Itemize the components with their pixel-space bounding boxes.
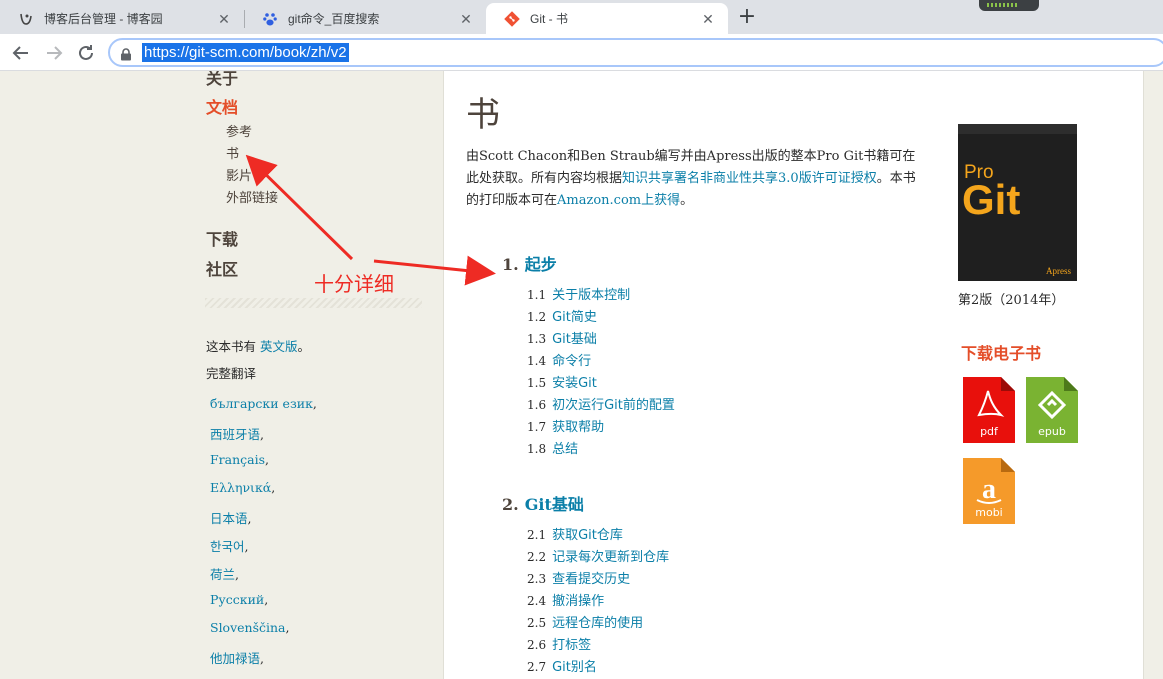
main-content: 书 由Scott Chacon和Ben Straub编写并由Apress出版的整… <box>443 71 1144 679</box>
close-icon[interactable]: ✕ <box>700 11 716 27</box>
section-link[interactable]: 1.1 关于版本控制 <box>527 284 630 306</box>
tab-strip: 博客后台管理 - 博客园 ✕ git命令_百度搜索 ✕ Git - 书 ✕ + <box>0 0 1163 34</box>
page-title: 书 <box>466 95 500 135</box>
full-translations-label: 完整翻译 <box>206 366 257 381</box>
url-text[interactable]: https://git-scm.com/book/zh/v2 <box>142 43 349 62</box>
page: 关于 文档 参考 书 影片 外部链接 下载 社区 这本书有 英文版。 完整翻译 … <box>0 71 1163 679</box>
cover-top-bar <box>958 124 1077 134</box>
git-logo-icon <box>504 10 520 27</box>
chapter-heading[interactable]: 1. 起步 <box>502 251 557 275</box>
svg-text:mobi: mobi <box>975 506 1002 519</box>
pdf-download-icon[interactable]: pdf <box>963 377 1015 443</box>
sidebar-divider <box>205 298 422 308</box>
section-link[interactable]: 2.1 获取Git仓库 <box>527 524 623 546</box>
section-link[interactable]: 2.2 记录每次更新到仓库 <box>527 546 669 568</box>
forward-icon[interactable] <box>42 41 66 65</box>
nav-about[interactable]: 关于 <box>206 71 238 89</box>
license-link[interactable]: 知识共享署名非商业性共享3.0版许可证授权 <box>622 171 877 186</box>
english-version-link[interactable]: 英文版 <box>260 339 298 354</box>
nav-sub-book[interactable]: 书 <box>226 143 239 162</box>
back-icon[interactable] <box>9 41 33 65</box>
svg-text:pdf: pdf <box>980 425 999 438</box>
nav-sub-external-links[interactable]: 外部链接 <box>226 187 278 206</box>
baidu-paw-icon <box>262 11 278 27</box>
extension-badge <box>979 0 1039 11</box>
cover-publisher: Apress <box>1046 266 1071 276</box>
edition-label: 第2版（2014年） <box>958 293 1065 308</box>
language-link[interactable]: 한국어, <box>210 536 249 555</box>
browser-toolbar: https://git-scm.com/book/zh/v2 <box>0 34 1163 71</box>
section-link[interactable]: 2.3 查看提交历史 <box>527 568 630 590</box>
tab-title: 博客后台管理 - 博客园 <box>44 12 163 26</box>
section-link[interactable]: 1.3 Git基础 <box>527 328 597 350</box>
close-icon[interactable]: ✕ <box>216 11 232 27</box>
cover-git-text: Git <box>962 176 1021 223</box>
section-link[interactable]: 2.6 打标签 <box>527 634 591 656</box>
tab-title: Git - 书 <box>530 12 568 26</box>
download-ebook-title: 下载电子书 <box>961 344 1042 363</box>
nav-documentation[interactable]: 文档 <box>206 94 238 118</box>
sidebar: 关于 文档 参考 书 影片 外部链接 下载 社区 这本书有 英文版。 完整翻译 … <box>0 71 443 679</box>
cnblogs-icon <box>18 11 34 27</box>
language-link[interactable]: Ελληνικά, <box>210 480 275 495</box>
tab-git-book[interactable]: Git - 书 ✕ <box>486 3 728 34</box>
section-link[interactable]: 1.7 获取帮助 <box>527 416 604 438</box>
section-link[interactable]: 1.6 初次运行Git前的配置 <box>527 394 675 416</box>
language-link[interactable]: Русский, <box>210 592 268 607</box>
tab-cnblogs[interactable]: 博客后台管理 - 博客园 ✕ <box>0 3 244 34</box>
section-link[interactable]: 2.5 远程仓库的使用 <box>527 612 643 634</box>
annotation-label: 十分详细 <box>314 272 394 296</box>
tab-title: git命令_百度搜索 <box>288 12 380 26</box>
book-cover[interactable]: Pro Git Apress <box>958 124 1077 281</box>
language-link[interactable]: български език, <box>210 396 317 411</box>
svg-text:epub: epub <box>1038 425 1066 438</box>
section-link[interactable]: 1.8 总结 <box>527 438 578 460</box>
new-tab-button[interactable]: + <box>736 6 758 28</box>
section-link[interactable]: 1.2 Git简史 <box>527 306 597 328</box>
nav-community[interactable]: 社区 <box>206 256 238 280</box>
epub-download-icon[interactable]: epub <box>1026 377 1078 443</box>
nav-sub-videos[interactable]: 影片 <box>226 165 252 184</box>
nav-downloads[interactable]: 下载 <box>206 226 238 250</box>
language-link[interactable]: Français, <box>210 452 269 467</box>
section-link[interactable]: 2.4 撤消操作 <box>527 590 604 612</box>
section-link[interactable]: 1.4 命令行 <box>527 350 591 372</box>
amazon-link[interactable]: Amazon.com上获得 <box>557 193 680 208</box>
reload-icon[interactable] <box>74 41 98 65</box>
language-link[interactable]: 他加禄语, <box>210 648 264 667</box>
svg-text:a: a <box>982 474 996 505</box>
language-link[interactable]: 日本语, <box>210 508 252 527</box>
lock-icon <box>120 46 132 61</box>
chapter-heading[interactable]: 2. Git基础 <box>502 491 584 515</box>
language-link[interactable]: 荷兰, <box>210 564 239 583</box>
section-link[interactable]: 1.5 安装Git <box>527 372 597 394</box>
section-link[interactable]: 2.7 Git别名 <box>527 656 597 678</box>
close-icon[interactable]: ✕ <box>458 11 474 27</box>
tab-baidu[interactable]: git命令_百度搜索 ✕ <box>244 3 486 34</box>
language-link[interactable]: 西班牙语, <box>210 424 264 443</box>
mobi-download-icon[interactable]: a mobi <box>963 458 1015 524</box>
address-bar[interactable]: https://git-scm.com/book/zh/v2 <box>108 38 1163 67</box>
english-version-note: 这本书有 英文版。 <box>206 339 311 354</box>
language-link[interactable]: Slovenščina, <box>210 620 290 635</box>
book-intro: 由Scott Chacon和Ben Straub编写并由Apress出版的整本P… <box>466 149 916 208</box>
nav-sub-reference[interactable]: 参考 <box>226 121 252 140</box>
